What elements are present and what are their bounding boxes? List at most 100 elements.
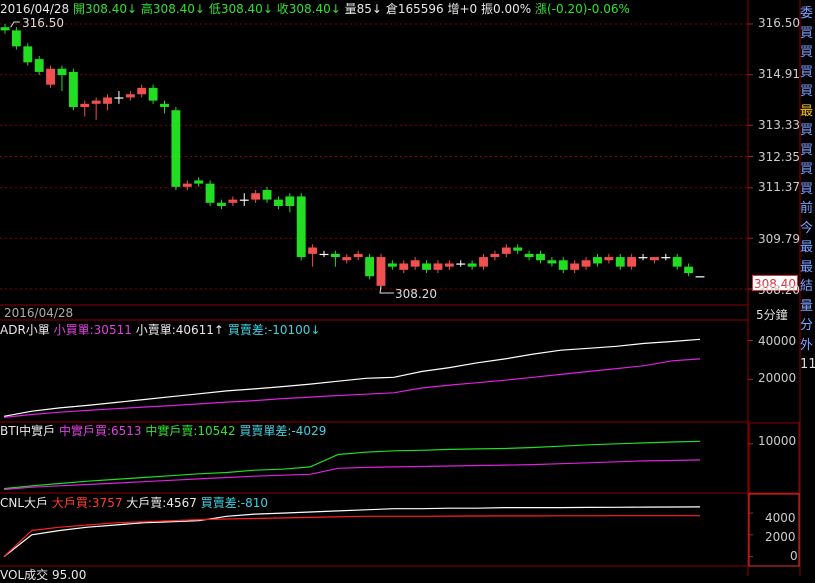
sidebar-item: 買 bbox=[800, 162, 814, 177]
sidebar-item: 分 bbox=[800, 318, 814, 333]
candle-body bbox=[57, 68, 67, 76]
sidebar-item: 買 bbox=[800, 25, 814, 41]
candle-body bbox=[399, 263, 409, 270]
vol-name: VOL成交 bbox=[0, 568, 49, 582]
bti-panel-title: BTI中實戶 中實戶買:6513 中實戶賣:10542 買賣單差:-4029 bbox=[0, 423, 326, 439]
candle-body bbox=[319, 253, 329, 256]
adr-s2-label: 小賣單: bbox=[135, 323, 176, 337]
candle-body bbox=[581, 260, 591, 267]
arrow-down-icon: ↓ bbox=[310, 323, 321, 337]
candle-body bbox=[570, 263, 580, 270]
candle-body bbox=[353, 253, 363, 258]
sidebar-item: 買 bbox=[800, 142, 814, 158]
candle-body bbox=[638, 257, 648, 259]
sidebar-item: 前 bbox=[800, 201, 814, 216]
candle-body bbox=[672, 257, 682, 267]
candle-body bbox=[444, 263, 454, 267]
candle-body bbox=[182, 183, 192, 187]
sidebar-item: 買 bbox=[800, 45, 814, 60]
candle-body bbox=[467, 263, 477, 267]
candle-body bbox=[479, 257, 488, 267]
candle-body bbox=[46, 68, 56, 85]
series-line bbox=[3, 506, 701, 558]
candle-body bbox=[80, 103, 90, 108]
candle-body bbox=[137, 87, 147, 95]
bti-s2-value: 10542 bbox=[197, 424, 236, 438]
candle-body bbox=[330, 253, 340, 258]
sidebar-item: 11 bbox=[800, 357, 815, 372]
cnl-s3-value: -810 bbox=[240, 496, 268, 510]
candle-body bbox=[273, 199, 283, 206]
cnl-s3-label: 買賣差: bbox=[200, 496, 241, 510]
sidebar-item: 結 bbox=[800, 279, 814, 294]
series-line bbox=[3, 440, 701, 490]
candle-body bbox=[661, 257, 671, 259]
candle-body bbox=[194, 180, 204, 184]
y-tick-label: 20000 bbox=[758, 371, 797, 385]
candle-body bbox=[387, 263, 397, 267]
candle-body bbox=[285, 196, 295, 206]
sidebar-item: 最 bbox=[800, 103, 814, 119]
candle-body bbox=[513, 247, 523, 251]
candle-body bbox=[91, 100, 101, 104]
candle-body bbox=[262, 190, 272, 200]
y-tick-label: 312.35 bbox=[758, 150, 800, 164]
y-tick-label: 40000 bbox=[758, 334, 797, 348]
candle-body bbox=[342, 257, 352, 261]
candle-body bbox=[251, 193, 261, 200]
sidebar-item: 今 bbox=[800, 220, 814, 236]
adr-s3-value: -10100 bbox=[267, 323, 311, 337]
sidebar-item: 量 bbox=[800, 298, 814, 314]
candle-body bbox=[205, 183, 215, 203]
candle-body bbox=[524, 253, 534, 258]
candle-body bbox=[125, 94, 135, 98]
adr-panel-title: ADR小單 小買單:30511 小賣單:40611↑ 買賣差:-10100↓ bbox=[0, 322, 320, 338]
candle-body bbox=[501, 247, 511, 254]
series-line bbox=[3, 338, 701, 417]
candle-body bbox=[593, 257, 602, 264]
sidebar-item: 買 bbox=[800, 181, 814, 197]
candle-body bbox=[558, 260, 568, 270]
candle-body bbox=[308, 247, 318, 254]
sidebar-item: 買 bbox=[800, 84, 814, 99]
bti-name: BTI中實戶 bbox=[0, 424, 56, 438]
sidebar-item: 買 bbox=[800, 64, 814, 80]
sidebar-item: 買 bbox=[800, 123, 814, 138]
cnl-s1-label: 大戶買: bbox=[51, 496, 92, 510]
candle-body bbox=[296, 196, 306, 258]
series-line bbox=[3, 358, 701, 418]
cnl-s2-label: 大戶賣: bbox=[126, 496, 167, 510]
bti-s1-value: 6513 bbox=[110, 424, 142, 438]
y-tick-label: 0 bbox=[790, 549, 798, 563]
sidebar-item: 委 bbox=[800, 6, 814, 21]
bti-s2-label: 中實戶賣: bbox=[145, 424, 198, 438]
y-tick-label: 316.50 bbox=[758, 16, 800, 30]
low-annotation: 308.20 bbox=[395, 287, 437, 301]
series-line bbox=[3, 515, 700, 558]
candle-body bbox=[0, 27, 10, 31]
candle-body bbox=[114, 97, 124, 99]
sidebar-item: 最 bbox=[800, 240, 814, 255]
candle-body bbox=[376, 257, 386, 286]
high-annotation: 316.50 bbox=[22, 16, 64, 30]
candle-body bbox=[536, 253, 545, 261]
quote-sidebar: 委 買 買 買 買 最 買 買 買 買 前 今 最 最 結 量 分 外 11 bbox=[800, 4, 815, 375]
candle-body bbox=[649, 257, 659, 261]
candle-body bbox=[490, 253, 500, 258]
candle-body bbox=[615, 257, 625, 267]
y-tick-label: 308.20 bbox=[758, 283, 800, 297]
candle-body bbox=[422, 263, 432, 270]
candle-body bbox=[410, 260, 420, 267]
candle-body bbox=[160, 103, 169, 108]
bti-s3-value: -4029 bbox=[291, 424, 327, 438]
adr-s1-label: 小買單: bbox=[53, 323, 94, 337]
y-tick-label: 311.37 bbox=[758, 180, 800, 194]
vol-value: 95.00 bbox=[51, 568, 87, 582]
series-line bbox=[3, 459, 701, 491]
candle-body bbox=[11, 30, 21, 47]
candle-body bbox=[148, 87, 158, 101]
candle-body bbox=[103, 97, 112, 104]
date-bar: 2016/04/28 bbox=[4, 306, 74, 320]
bti-s3-label: 買賣單差: bbox=[239, 424, 292, 438]
candle-body bbox=[627, 257, 637, 267]
